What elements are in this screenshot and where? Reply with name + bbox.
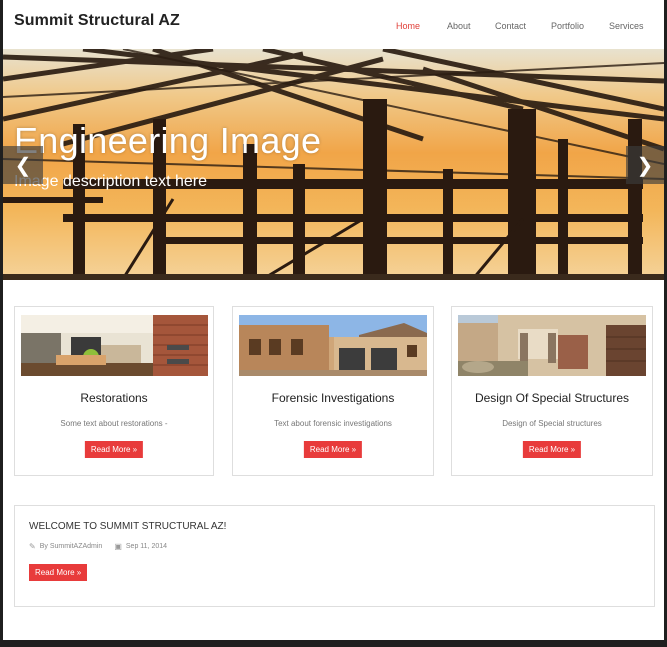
card-image xyxy=(239,315,427,376)
card-text: Design of Special structures xyxy=(502,419,602,428)
service-card-restorations: Restorations Some text about restoration… xyxy=(14,306,214,476)
nav-item-services[interactable]: Services xyxy=(609,21,644,31)
card-title: Design Of Special Structures xyxy=(474,391,630,405)
post-date: Sep 11, 2014 xyxy=(125,543,168,550)
chevron-left-icon: ❮ xyxy=(14,154,32,177)
post-author[interactable]: By SummitAZAdmin xyxy=(40,543,103,550)
read-more-button[interactable]: Read More » xyxy=(522,441,582,458)
site-header: Summit Structural AZ Home About Contact … xyxy=(3,0,664,49)
nav-item-contact[interactable]: Contact xyxy=(495,21,526,31)
chevron-right-icon: ❯ xyxy=(636,154,654,177)
card-text: Some text about restorations - xyxy=(60,419,168,428)
service-card-forensic: Forensic Investigations Text about foren… xyxy=(232,306,434,476)
read-more-button[interactable]: Read More » xyxy=(84,441,144,458)
pencil-icon: ✎ xyxy=(29,542,36,551)
slider-prev-button[interactable]: ❮ xyxy=(3,146,43,184)
page-frame: Summit Structural AZ Home About Contact … xyxy=(3,0,664,640)
site-brand[interactable]: Summit Structural AZ xyxy=(14,12,180,30)
blog-post: WELCOME TO SUMMIT STRUCTURAL AZ! ✎ By Su… xyxy=(14,505,655,607)
calendar-icon: ▣ xyxy=(114,542,122,551)
card-image xyxy=(458,315,646,376)
nav-item-home[interactable]: Home xyxy=(396,21,420,31)
card-image xyxy=(21,315,208,376)
slider-next-button[interactable]: ❯ xyxy=(626,146,664,184)
hero-slider: Engineering Image Image description text… xyxy=(3,49,664,280)
card-title: Restorations xyxy=(80,391,148,405)
hero-image xyxy=(3,49,664,280)
post-title[interactable]: WELCOME TO SUMMIT STRUCTURAL AZ! xyxy=(29,521,226,532)
nav-item-portfolio[interactable]: Portfolio xyxy=(551,21,584,31)
card-text: Text about forensic investigations xyxy=(274,419,392,428)
service-card-special-structures: Design Of Special Structures Design of S… xyxy=(451,306,653,476)
post-meta: ✎ By SummitAZAdmin ▣ Sep 11, 2014 xyxy=(29,542,167,551)
nav-item-about[interactable]: About xyxy=(447,21,471,31)
card-title: Forensic Investigations xyxy=(271,391,395,405)
hero-title: Engineering Image xyxy=(14,120,322,161)
read-more-button[interactable]: Read More » xyxy=(29,564,88,581)
read-more-button[interactable]: Read More » xyxy=(303,441,363,458)
